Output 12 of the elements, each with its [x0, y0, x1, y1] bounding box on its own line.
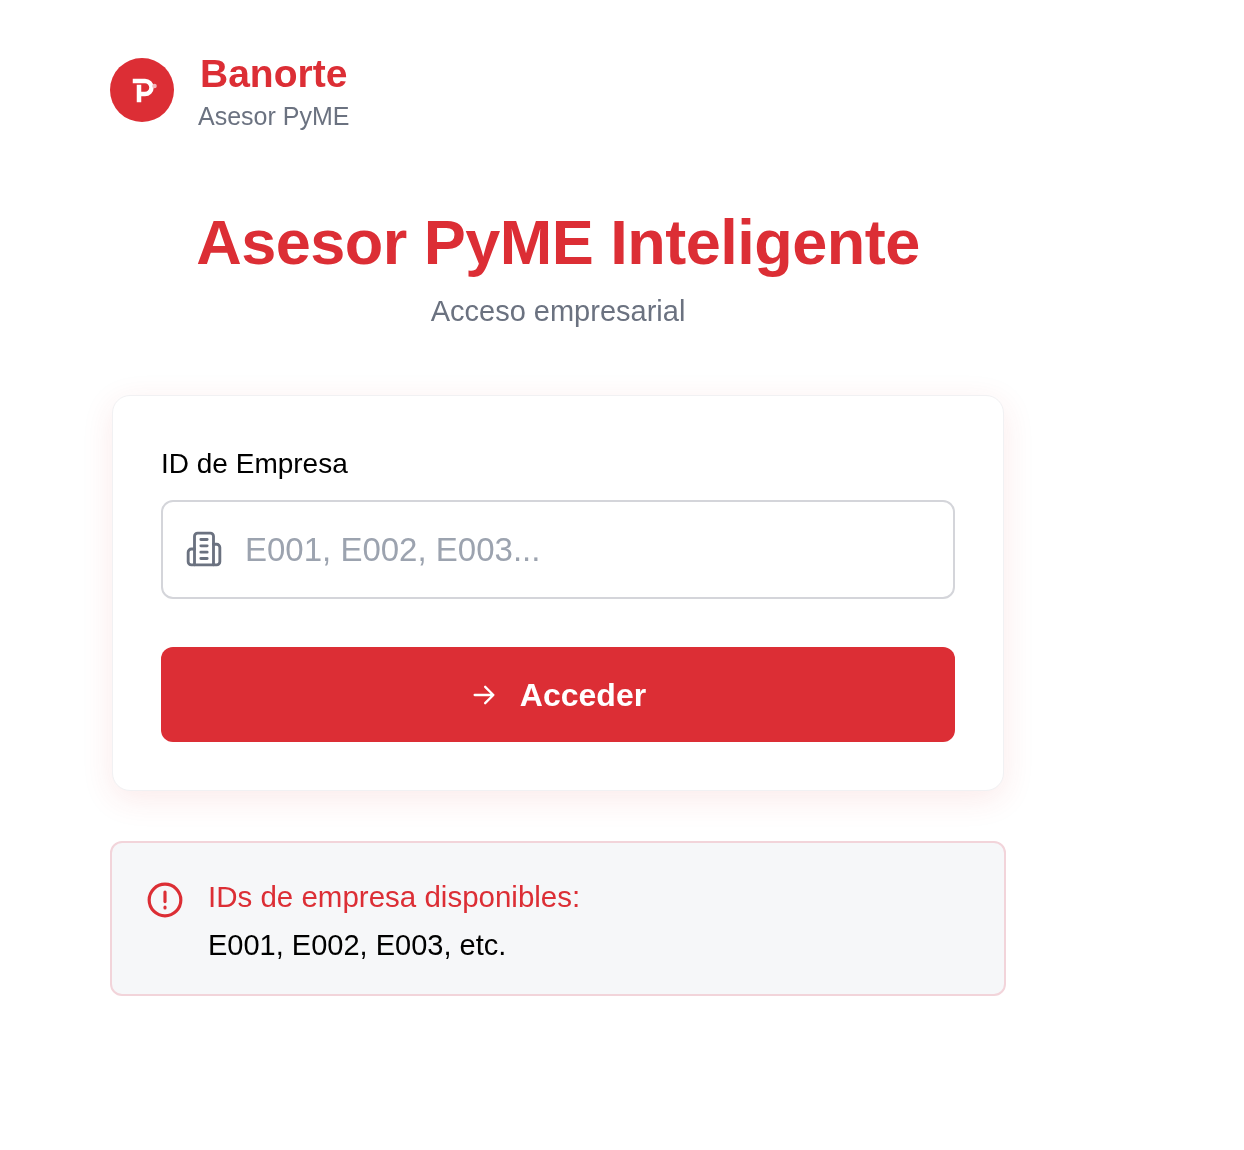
logo-icon — [110, 58, 174, 122]
notice-text: E001, E002, E003, etc. — [208, 928, 507, 963]
notice-title: IDs de empresa disponibles: — [208, 879, 581, 915]
building-icon — [185, 530, 223, 568]
page-title: Asesor PyME Inteligente — [196, 206, 920, 279]
brand-subtitle: Asesor PyME — [198, 101, 350, 131]
submit-button[interactable]: Acceder — [161, 647, 955, 742]
page-subtitle: Acceso empresarial — [430, 294, 686, 329]
field-label: ID de Empresa — [161, 447, 348, 481]
company-id-field[interactable]: E001, E002, E003... — [161, 500, 955, 599]
brand-name: Banorte — [200, 52, 349, 96]
alert-icon — [146, 881, 184, 919]
